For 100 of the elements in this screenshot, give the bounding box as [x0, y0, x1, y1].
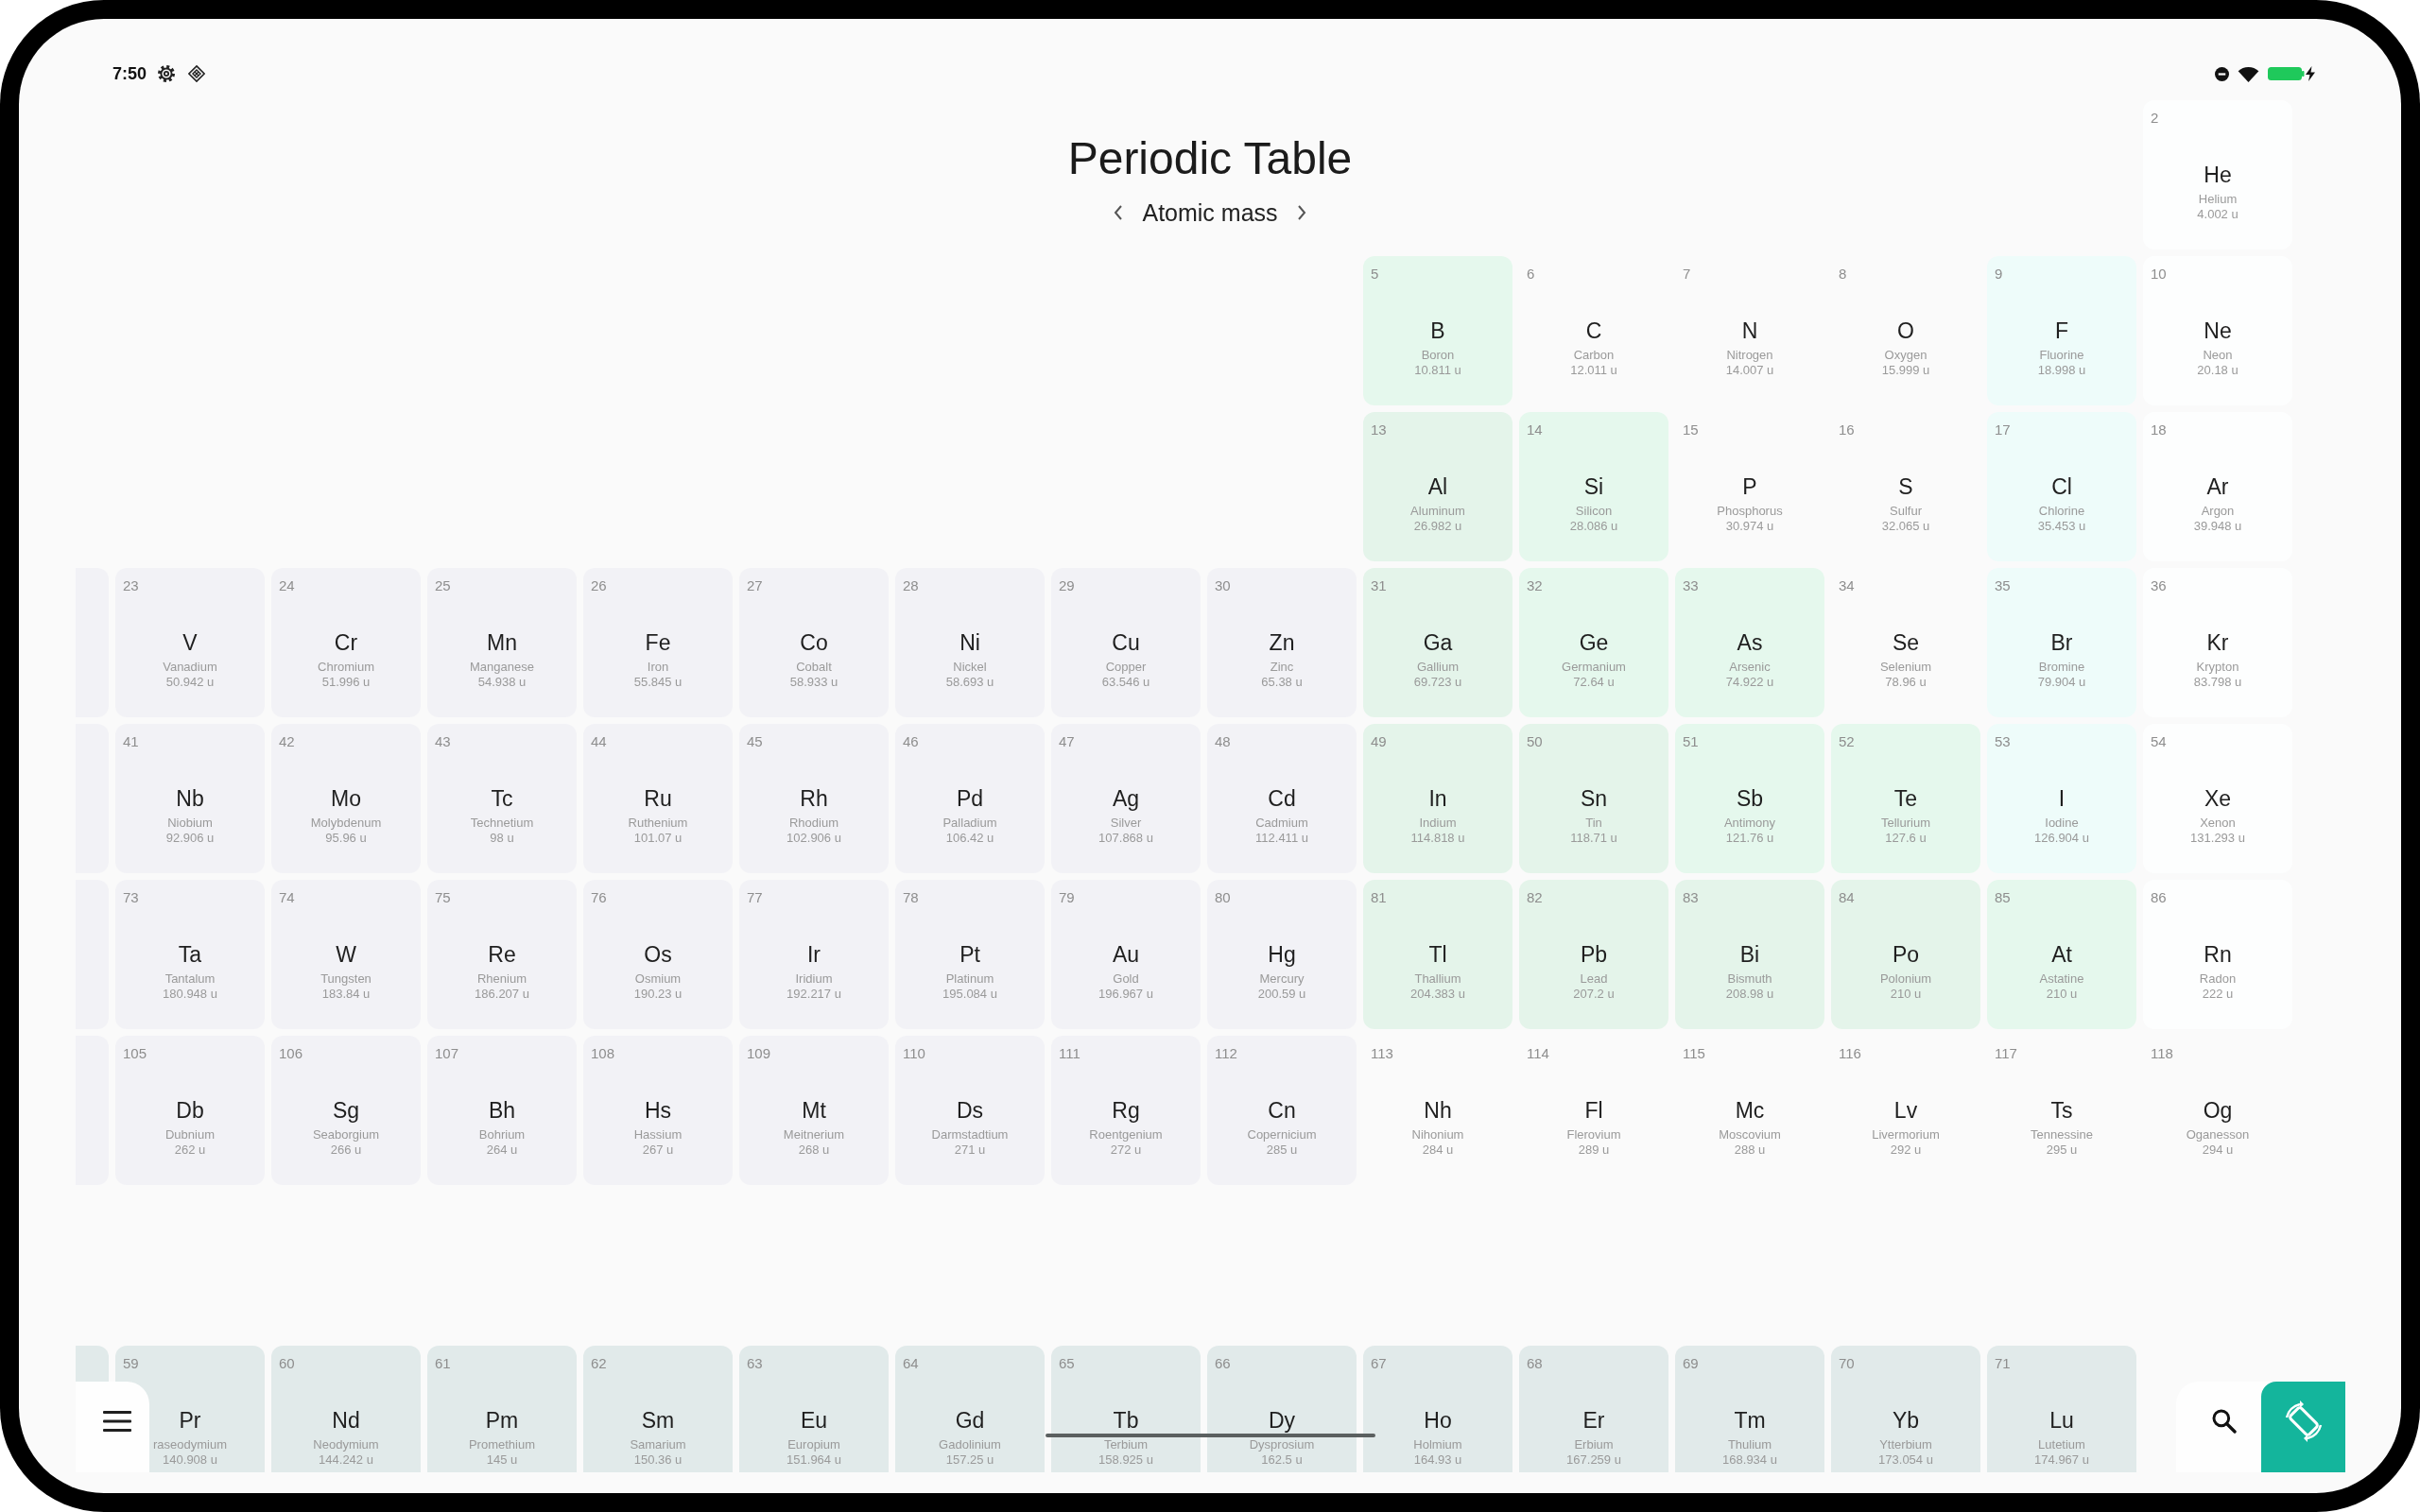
atomic-mass: 10.811 u	[1414, 364, 1461, 377]
atomic-number: 30	[1215, 577, 1231, 594]
element-name: Roentgenium	[1089, 1128, 1163, 1142]
element-tile[interactable]: 80 Hg Mercury 200.59 u	[1207, 880, 1357, 1029]
chevron-left-icon[interactable]	[1114, 205, 1124, 220]
element-tile[interactable]: 51 Sb Antimony 121.76 u	[1675, 724, 1824, 873]
element-tile[interactable]: 31 Ga Gallium 69.723 u	[1363, 568, 1512, 717]
element-tile[interactable]: 106 Sg Seaborgium 266 u	[271, 1036, 421, 1185]
element-tile[interactable]: 71 Lu Lutetium 174.967 u	[1987, 1346, 2136, 1472]
element-tile[interactable]: 109 Mt Meitnerium 268 u	[739, 1036, 889, 1185]
atomic-number: 67	[1371, 1355, 1387, 1372]
element-tile[interactable]: 81 Tl Thallium 204.383 u	[1363, 880, 1512, 1029]
atomic-mass: 58.693 u	[945, 676, 994, 689]
element-tile[interactable]: 29 Cu Copper 63.546 u	[1051, 568, 1201, 717]
element-tile[interactable]: 45 Rh Rhodium 102.906 u	[739, 724, 889, 873]
element-name: Antimony	[1723, 816, 1776, 830]
element-tile[interactable]: 78 Pt Platinum 195.084 u	[895, 880, 1045, 1029]
element-tile[interactable]: 30 Zn Zinc 65.38 u	[1207, 568, 1357, 717]
element-tile[interactable]: 46 Pd Palladium 106.42 u	[895, 724, 1045, 873]
element-tile[interactable]: 108 Hs Hassium 267 u	[583, 1036, 733, 1185]
element-tile[interactable]: 63 Eu Europium 151.964 u	[739, 1346, 889, 1472]
element-tile[interactable]: 84 Po Polonium 210 u	[1831, 880, 1980, 1029]
element-tile[interactable]: 112 Cn Copernicium 285 u	[1207, 1036, 1357, 1185]
element-name: Iridium	[795, 972, 833, 986]
element-tile[interactable]: 77 Ir Iridium 192.217 u	[739, 880, 889, 1029]
chevron-right-icon[interactable]	[1296, 205, 1306, 220]
element-tile[interactable]: 65 Tb Terbium 158.925 u	[1051, 1346, 1201, 1472]
atomic-number: 48	[1215, 733, 1231, 750]
element-tile[interactable]: 52 Te Tellurium 127.6 u	[1831, 724, 1980, 873]
element-tile[interactable]: 28 Ni Nickel 58.693 u	[895, 568, 1045, 717]
element-name: Nickel	[953, 661, 987, 674]
element-tile[interactable]: 36 Kr Krypton 83.798 u	[2143, 568, 2292, 717]
element-tile[interactable]: 66 Dy Dysprosium 162.5 u	[1207, 1346, 1357, 1472]
element-tile[interactable]: 62 Sm Samarium 150.36 u	[583, 1346, 733, 1472]
element-tile[interactable]: 44 Ru Ruthenium 101.07 u	[583, 724, 733, 873]
element-tile[interactable]: 105 Db Dubnium 262 u	[115, 1036, 265, 1185]
rotate-button[interactable]	[2261, 1382, 2345, 1472]
element-tile[interactable]: 79 Au Gold 196.967 u	[1051, 880, 1201, 1029]
element-name: Mercury	[1259, 972, 1305, 986]
element-tile[interactable]: 47 Ag Silver 107.868 u	[1051, 724, 1201, 873]
element-name: Tungsten	[320, 972, 372, 986]
element-tile[interactable]: 49 In Indium 114.818 u	[1363, 724, 1512, 873]
element-tile[interactable]: 23 V Vanadium 50.942 u	[115, 568, 265, 717]
element-tile[interactable]: 82 Pb Lead 207.2 u	[1519, 880, 1668, 1029]
element-tile[interactable]: 42 Mo Molybdenum 95.96 u	[271, 724, 421, 873]
element-tile[interactable]: 35 Br Bromine 79.904 u	[1987, 568, 2136, 717]
element-tile[interactable]: 61 Pm Promethium 145 u	[427, 1346, 577, 1472]
element-symbol: Ts	[2050, 1099, 2073, 1123]
menu-icon[interactable]	[103, 1411, 131, 1432]
element-tile[interactable]: 60 Nd Neodymium 144.242 u	[271, 1346, 421, 1472]
atomic-mass: 167.259 u	[1566, 1453, 1621, 1467]
element-tile[interactable]: 75 Re Rhenium 186.207 u	[427, 880, 577, 1029]
element-tile[interactable]: 111 Rg Roentgenium 272 u	[1051, 1036, 1201, 1185]
element-symbol: Zn	[1269, 631, 1295, 655]
element-tile[interactable]: 24 Cr Chromium 51.996 u	[271, 568, 421, 717]
atomic-number: 47	[1059, 733, 1075, 750]
element-tile[interactable]: 18 Ar Argon 39.948 u	[2143, 412, 2292, 561]
element-tile[interactable]: 32 Ge Germanium 72.64 u	[1519, 568, 1668, 717]
element-tile[interactable]: 70 Yb Ytterbium 173.054 u	[1831, 1346, 1980, 1472]
element-tile[interactable]: 5 B Boron 10.811 u	[1363, 256, 1512, 405]
element-tile[interactable]: 17 Cl Chlorine 35.453 u	[1987, 412, 2136, 561]
element-tile[interactable]: 25 Mn Manganese 54.938 u	[427, 568, 577, 717]
element-tile[interactable]: 13 Al Aluminum 26.982 u	[1363, 412, 1512, 561]
element-tile[interactable]: 27 Co Cobalt 58.933 u	[739, 568, 889, 717]
element-tile[interactable]: 43 Tc Technetium 98 u	[427, 724, 577, 873]
atomic-number: 76	[591, 889, 607, 906]
element-tile[interactable]: 85 At Astatine 210 u	[1987, 880, 2136, 1029]
atomic-mass: 200.59 u	[1257, 988, 1306, 1001]
element-tile[interactable]: 14 Si Silicon 28.086 u	[1519, 412, 1668, 561]
atomic-number: 59	[123, 1355, 139, 1372]
element-tile[interactable]: 33 As Arsenic 74.922 u	[1675, 568, 1824, 717]
element-tile[interactable]: 74 W Tungsten 183.84 u	[271, 880, 421, 1029]
element-name: Radon	[2199, 972, 2237, 986]
element-tile[interactable]: 68 Er Erbium 167.259 u	[1519, 1346, 1668, 1472]
element-tile[interactable]: 64 Gd Gadolinium 157.25 u	[895, 1346, 1045, 1472]
element-name: Bromine	[2038, 661, 2085, 674]
element-tile[interactable]: 76 Os Osmium 190.23 u	[583, 880, 733, 1029]
search-icon[interactable]	[2212, 1409, 2237, 1434]
element-tile[interactable]: 73 Ta Tantalum 180.948 u	[115, 880, 265, 1029]
element-tile[interactable]: 69 Tm Thulium 168.934 u	[1675, 1346, 1824, 1472]
element-tile[interactable]: 48 Cd Cadmium 112.411 u	[1207, 724, 1357, 873]
element-tile[interactable]: 54 Xe Xenon 131.293 u	[2143, 724, 2292, 873]
element-tile[interactable]: 110 Ds Darmstadtium 271 u	[895, 1036, 1045, 1185]
battery-icon	[2268, 66, 2315, 81]
element-tile[interactable]: 50 Sn Tin 118.71 u	[1519, 724, 1668, 873]
element-tile[interactable]: 107 Bh Bohrium 264 u	[427, 1036, 577, 1185]
element-symbol: Pd	[956, 787, 984, 811]
element-tile[interactable]: 2 He Helium 4.002 u	[2143, 100, 2292, 249]
element-tile[interactable]: 10 Ne Neon 20.18 u	[2143, 256, 2292, 405]
atomic-mass: 173.054 u	[1878, 1453, 1933, 1467]
element-tile[interactable]: 83 Bi Bismuth 208.98 u	[1675, 880, 1824, 1029]
element-tile[interactable]: 9 F Fluorine 18.998 u	[1987, 256, 2136, 405]
element-tile[interactable]: 53 I Iodine 126.904 u	[1987, 724, 2136, 873]
atomic-mass: 288 u	[1734, 1143, 1766, 1157]
atomic-mass: 140.908 u	[163, 1453, 217, 1467]
atomic-mass: 264 u	[486, 1143, 518, 1157]
element-tile[interactable]: 26 Fe Iron 55.845 u	[583, 568, 733, 717]
element-tile[interactable]: 41 Nb Niobium 92.906 u	[115, 724, 265, 873]
element-tile[interactable]: 86 Rn Radon 222 u	[2143, 880, 2292, 1029]
element-tile[interactable]: 67 Ho Holmium 164.93 u	[1363, 1346, 1512, 1472]
